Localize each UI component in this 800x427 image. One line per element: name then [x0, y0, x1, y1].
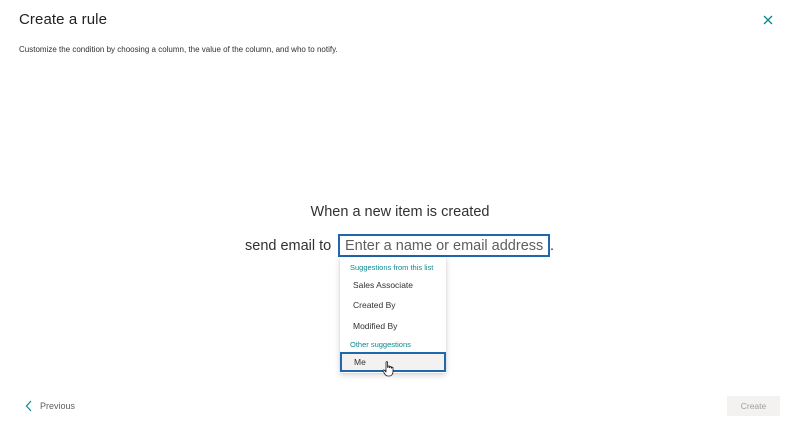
recipient-email-input[interactable] [338, 234, 550, 257]
create-rule-panel: Create a rule Customize the condition by… [0, 0, 800, 427]
dialog-title: Create a rule [19, 11, 108, 28]
rule-condition-text: When a new item is created [310, 204, 490, 220]
rule-action-prefix: send email to [245, 238, 332, 254]
close-button[interactable] [758, 10, 778, 30]
chevron-left-icon [25, 400, 32, 412]
previous-label: Previous [40, 401, 76, 411]
previous-button[interactable]: Previous [25, 398, 75, 414]
dialog-subtitle: Customize the condition by choosing a co… [19, 45, 338, 54]
suggestion-item-modified-by[interactable]: Modified By [340, 316, 446, 336]
suggestion-item-created-by[interactable]: Created By [340, 295, 446, 315]
close-icon [763, 15, 773, 25]
suggestions-list-header: Suggestions from this list [350, 263, 434, 272]
hand-pointer-icon [382, 361, 394, 377]
suggestions-dropdown: Suggestions from this list Sales Associa… [340, 257, 446, 373]
other-suggestions-header: Other suggestions [350, 340, 411, 349]
suggestion-item-sales-associate[interactable]: Sales Associate [340, 275, 446, 295]
create-button[interactable]: Create [727, 396, 780, 416]
rule-trailing-period: . [550, 238, 555, 254]
